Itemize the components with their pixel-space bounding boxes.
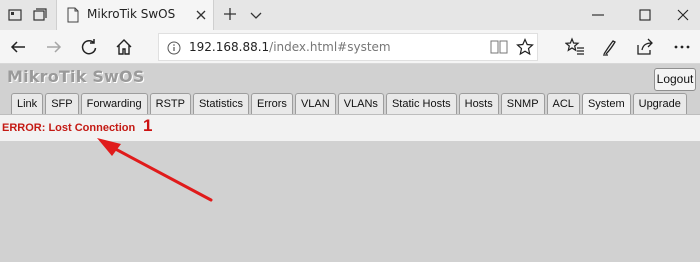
app-title: MikroTik SwOS [7,67,145,86]
minimize-icon[interactable] [590,7,606,23]
browser-toolbar: 192.168.88.1/index.html#system [0,30,700,64]
tab-vlans[interactable]: VLANs [337,93,384,114]
maximize-icon[interactable] [637,7,653,23]
annotation-number: 1 [143,116,153,135]
address-host: 192.168.88.1 [189,40,270,54]
nav-tabs: Link SFP Forwarding RSTP Statistics Errors VLA… [11,93,687,115]
tab-forwarding[interactable]: Forwarding [80,93,148,114]
tab-errors[interactable]: Errors [250,93,293,114]
browser-tab[interactable]: MikroTik SwOS [56,0,214,30]
more-icon[interactable] [672,37,692,57]
tab-preview-icon[interactable] [6,6,24,24]
home-icon[interactable] [114,37,134,57]
tab-vlan[interactable]: VLAN [294,93,336,114]
refresh-icon[interactable] [79,37,99,57]
browser-tab-icon [65,7,81,23]
reading-view-icon[interactable] [490,39,508,55]
tab-acl[interactable]: ACL [546,93,580,114]
forward-arrow-icon[interactable] [44,37,64,57]
browser-tab-title: MikroTik SwOS [87,7,176,21]
info-icon[interactable] [167,40,181,55]
star-icon[interactable] [516,38,534,56]
tab-system[interactable]: System [581,93,631,115]
tab-statistics[interactable]: Statistics [192,93,249,114]
window-close-icon[interactable] [675,7,691,23]
error-message: ERROR: Lost Connection [2,122,136,134]
favorites-icon[interactable] [564,37,585,57]
chevron-down-icon[interactable] [249,8,263,22]
pen-icon[interactable] [600,37,620,57]
back-arrow-icon[interactable] [8,37,28,57]
page-content: MikroTik SwOS Logout Link SFP Forwarding RS… [0,64,700,262]
logout-button[interactable]: Logout [654,68,696,91]
tab-sfp[interactable]: SFP [45,93,79,114]
close-icon[interactable] [194,7,208,21]
tab-rstp[interactable]: RSTP [149,93,191,114]
address-path: /index.html#system [269,40,391,54]
plus-icon[interactable] [222,6,238,22]
browser-tab-strip: MikroTik SwOS [0,0,700,30]
share-icon[interactable] [635,37,655,57]
tab-hosts[interactable]: Hosts [458,93,499,114]
tab-link[interactable]: Link [11,93,44,114]
tab-stack-icon[interactable] [30,6,48,24]
address-url: 192.168.88.1/index.html#system [189,40,391,54]
tab-snmp[interactable]: SNMP [500,93,545,114]
status-bar: ERROR: Lost Connection 1 [0,114,700,141]
tab-static-hosts[interactable]: Static Hosts [385,93,457,114]
tab-upgrade[interactable]: Upgrade [632,93,687,114]
address-bar[interactable]: 192.168.88.1/index.html#system [158,33,538,61]
